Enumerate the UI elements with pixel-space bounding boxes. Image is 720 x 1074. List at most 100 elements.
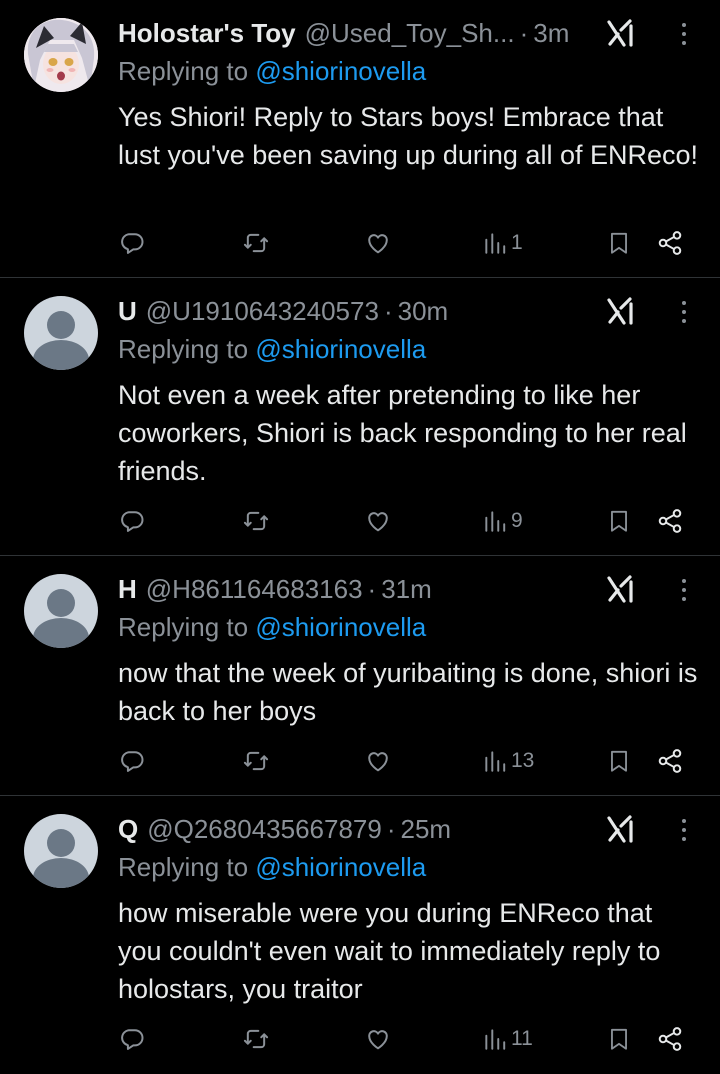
avatar-head-shape <box>47 589 75 617</box>
action-bar: 1 <box>118 228 690 258</box>
bookmark-icon <box>611 1028 627 1050</box>
avatar-head-shape <box>47 311 75 339</box>
views-button[interactable]: 11 <box>482 1024 533 1054</box>
more-options-icon[interactable] <box>676 576 692 604</box>
action-bar: 13 <box>118 746 690 776</box>
reply-button[interactable] <box>118 228 146 258</box>
separator-dot: · <box>386 813 396 844</box>
views-count: 13 <box>511 749 535 772</box>
bookmark-button[interactable] <box>606 746 632 776</box>
post-header: U @U1910643240573 · 30m <box>118 292 580 330</box>
heart-icon <box>368 512 388 532</box>
grok-icon[interactable] <box>606 296 636 326</box>
post-time[interactable]: 30m <box>398 296 449 327</box>
bookmark-button[interactable] <box>606 506 632 536</box>
like-button[interactable] <box>364 506 392 536</box>
views-button[interactable]: 13 <box>482 746 534 776</box>
separator-dot: · <box>519 17 529 48</box>
mention-link[interactable]: @shiorinovella <box>255 56 426 86</box>
avatar-head-shape <box>47 829 75 857</box>
views-icon <box>485 751 506 772</box>
views-icon <box>485 511 506 532</box>
replying-to: Replying to @shiorinovella <box>118 852 426 883</box>
views-count: 11 <box>511 1027 533 1050</box>
more-options-icon[interactable] <box>676 20 692 48</box>
grok-icon[interactable] <box>606 574 636 604</box>
user-handle[interactable]: @H861164683163 <box>146 574 363 605</box>
views-button[interactable]: 9 <box>482 506 523 536</box>
action-bar: 9 <box>118 506 690 536</box>
reply-post[interactable]: Q @Q2680435667879 · 25m Replying to @shi… <box>0 796 720 1074</box>
replying-to: Replying to @shiorinovella <box>118 56 426 87</box>
avatar-body-shape <box>33 858 89 888</box>
share-button[interactable] <box>656 746 684 776</box>
replying-prefix: Replying to <box>118 612 249 642</box>
bookmark-icon <box>611 750 627 772</box>
display-name[interactable]: Holostar's Toy <box>118 18 296 49</box>
bookmark-button[interactable] <box>606 228 632 258</box>
post-text: now that the week of yuribaiting is done… <box>118 658 698 726</box>
share-button[interactable] <box>656 1024 684 1054</box>
more-options-icon[interactable] <box>676 298 692 326</box>
post-header: H @H861164683163 · 31m <box>118 570 580 608</box>
post-text: how miserable were you during ENReco tha… <box>118 898 661 1004</box>
display-name[interactable]: H <box>118 574 137 605</box>
heart-icon <box>368 1030 388 1050</box>
post-header: Holostar's Toy @Used_Toy_Sh... · 3m <box>118 14 580 52</box>
avatar-body-shape <box>33 618 89 648</box>
mention-link[interactable]: @shiorinovella <box>255 612 426 642</box>
grok-icon[interactable] <box>606 18 636 48</box>
replying-to: Replying to @shiorinovella <box>118 334 426 365</box>
grok-icon[interactable] <box>606 814 636 844</box>
default-avatar[interactable] <box>24 574 98 648</box>
views-count: 9 <box>511 509 523 532</box>
comment-icon <box>121 233 144 254</box>
share-icon <box>658 1027 682 1051</box>
repost-button[interactable] <box>242 506 270 536</box>
bookmark-button[interactable] <box>606 1024 632 1054</box>
anime-avatar[interactable] <box>24 18 98 92</box>
comment-icon <box>121 1029 144 1050</box>
user-handle[interactable]: @Used_Toy_Sh... <box>305 18 515 49</box>
bookmark-icon <box>611 232 627 254</box>
post-time[interactable]: 25m <box>401 814 452 845</box>
share-button[interactable] <box>656 228 684 258</box>
views-icon <box>485 1029 506 1050</box>
retweet-icon <box>243 233 269 253</box>
share-icon <box>658 509 682 533</box>
post-time[interactable]: 31m <box>381 574 432 605</box>
display-name[interactable]: U <box>118 296 137 327</box>
repost-button[interactable] <box>242 228 270 258</box>
separator-dot: · <box>367 573 377 604</box>
default-avatar[interactable] <box>24 814 98 888</box>
separator-dot: · <box>383 295 393 326</box>
like-button[interactable] <box>364 746 392 776</box>
reply-post[interactable]: H @H861164683163 · 31m Replying to @shio… <box>0 556 720 796</box>
reply-thread: Holostar's Toy @Used_Toy_Sh... · 3m Repl… <box>0 0 720 1074</box>
heart-icon <box>368 234 388 254</box>
reply-button[interactable] <box>118 746 146 776</box>
repost-button[interactable] <box>242 746 270 776</box>
heart-icon <box>368 752 388 772</box>
reply-post[interactable]: Holostar's Toy @Used_Toy_Sh... · 3m Repl… <box>0 0 720 278</box>
more-options-icon[interactable] <box>676 816 692 844</box>
user-handle[interactable]: @U1910643240573 <box>146 296 379 327</box>
comment-icon <box>121 751 144 772</box>
reply-post[interactable]: U @U1910643240573 · 30m Replying to @shi… <box>0 278 720 556</box>
share-button[interactable] <box>656 506 684 536</box>
display-name[interactable]: Q <box>118 814 138 845</box>
reply-button[interactable] <box>118 506 146 536</box>
user-handle[interactable]: @Q2680435667879 <box>147 814 382 845</box>
like-button[interactable] <box>364 228 392 258</box>
post-time[interactable]: 3m <box>533 18 569 49</box>
reply-button[interactable] <box>118 1024 146 1054</box>
default-avatar[interactable] <box>24 296 98 370</box>
mention-link[interactable]: @shiorinovella <box>255 334 426 364</box>
repost-button[interactable] <box>242 1024 270 1054</box>
avatar-body-shape <box>33 340 89 370</box>
views-button[interactable]: 1 <box>482 228 523 258</box>
mention-link[interactable]: @shiorinovella <box>255 852 426 882</box>
share-icon <box>658 231 682 255</box>
action-bar: 11 <box>118 1024 690 1054</box>
like-button[interactable] <box>364 1024 392 1054</box>
